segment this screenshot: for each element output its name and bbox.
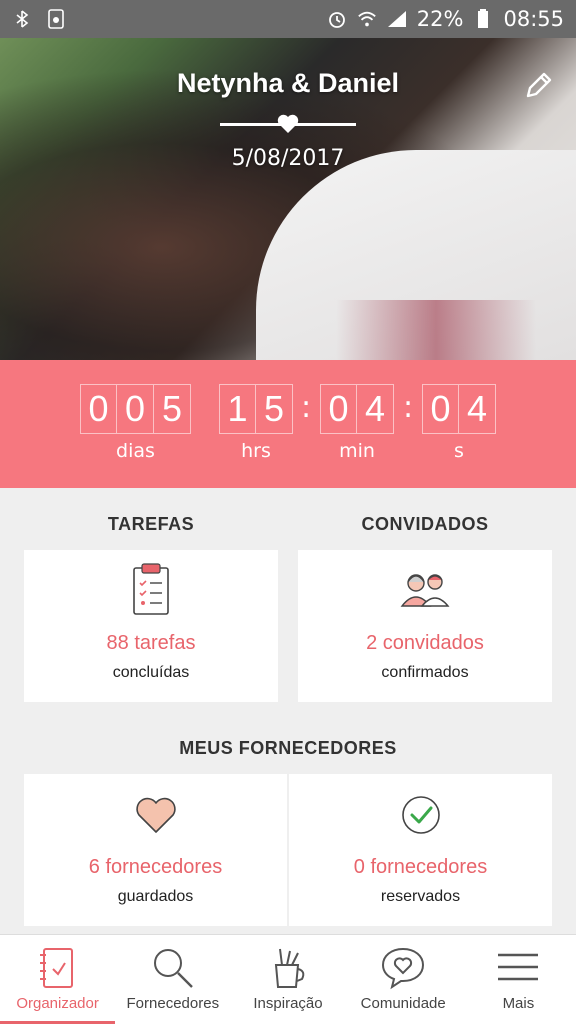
tasks-subtitle: concluídas [112, 664, 190, 681]
vendors-saved-card[interactable]: 6 fornecedores guardados [24, 774, 287, 926]
nav-label: Comunidade [360, 995, 446, 1012]
battery-icon [473, 9, 493, 29]
nav-mais[interactable]: Mais [461, 935, 576, 1024]
countdown-days: 0 0 5 [80, 384, 191, 434]
bluetooth-icon [12, 9, 32, 29]
nav-organizador[interactable]: Organizador [0, 935, 116, 1024]
alarm-icon [327, 9, 347, 29]
countdown-digit: 0 [320, 384, 357, 434]
vendors-booked-subtitle: reservados [380, 888, 461, 905]
countdown-label-days: dias [116, 440, 155, 462]
couple-names: Netynha & Daniel [176, 68, 400, 98]
countdown-digit: 0 [422, 384, 459, 434]
edit-button[interactable] [522, 68, 556, 102]
nav-label: Mais [502, 995, 535, 1012]
countdown-digit: 4 [357, 384, 394, 434]
countdown-digit: 0 [80, 384, 117, 434]
countdown-separator: : [403, 390, 414, 425]
countdown-separator: : [301, 390, 312, 425]
countdown-digit: 0 [117, 384, 154, 434]
status-bar: 22% 08:55 [0, 0, 576, 38]
tasks-count: 88 tarefas [106, 632, 196, 654]
wifi-icon [357, 9, 377, 29]
notebook-icon [39, 948, 73, 988]
tasks-card[interactable]: 88 tarefas concluídas [24, 550, 278, 702]
menu-icon [498, 953, 539, 981]
nav-fornecedores[interactable]: Fornecedores [115, 935, 230, 1024]
countdown-digit: 4 [459, 384, 496, 434]
wedding-date: 5/08/2017 [231, 146, 345, 171]
search-icon [153, 949, 193, 988]
divider-heart-icon [277, 114, 299, 133]
countdown-label-hours: hrs [241, 440, 271, 462]
countdown-minutes: 0 4 [320, 384, 394, 434]
countdown: 0 0 5 1 5 : 0 4 : 0 4 dias hrs min s [0, 360, 576, 488]
bottom-nav: Organizador Fornecedores Inspiração Comu… [0, 934, 576, 1024]
photo-shirt-print [336, 300, 536, 360]
signal-icon [387, 9, 407, 29]
countdown-digit: 5 [256, 384, 293, 434]
vendors-booked-card[interactable]: 0 fornecedores reservados [289, 774, 552, 926]
countdown-seconds: 0 4 [422, 384, 496, 434]
nav-inspiracao[interactable]: Inspiração [230, 935, 345, 1024]
clipboard-icon [131, 562, 171, 620]
vendors-title: MEUS FORNECEDORES [179, 738, 397, 758]
guests-subtitle: confirmados [381, 664, 469, 681]
vendors-saved-count: 6 fornecedores [88, 856, 223, 878]
nav-label: Organizador [16, 995, 99, 1012]
heart-divider [220, 112, 356, 138]
guests-title: CONVIDADOS [361, 514, 489, 534]
countdown-label-minutes: min [339, 440, 375, 462]
battery-percent: 22% [416, 7, 464, 31]
screenshot-icon [46, 9, 66, 29]
nav-label: Fornecedores [126, 995, 220, 1012]
countdown-hours: 1 5 [219, 384, 293, 434]
clock: 08:55 [503, 7, 564, 31]
tasks-title: TAREFAS [107, 514, 195, 534]
nav-label: Inspiração [253, 995, 323, 1012]
nav-comunidade[interactable]: Comunidade [346, 935, 461, 1024]
countdown-digit: 1 [219, 384, 256, 434]
check-circle-icon [400, 794, 442, 840]
chat-heart-icon [382, 947, 425, 990]
countdown-digit: 5 [154, 384, 191, 434]
couple-icon [398, 570, 452, 612]
heart-icon [134, 796, 178, 840]
pencil-cup-icon [274, 948, 305, 988]
pencil-icon [526, 72, 552, 98]
vendors-booked-count: 0 fornecedores [353, 856, 488, 878]
guests-count: 2 convidados [366, 632, 484, 654]
countdown-label-seconds: s [454, 440, 464, 462]
couple-photo: Netynha & Daniel 5/08/2017 [0, 38, 576, 360]
vendors-saved-subtitle: guardados [117, 888, 194, 905]
guests-card[interactable]: 2 convidados confirmados [298, 550, 552, 702]
